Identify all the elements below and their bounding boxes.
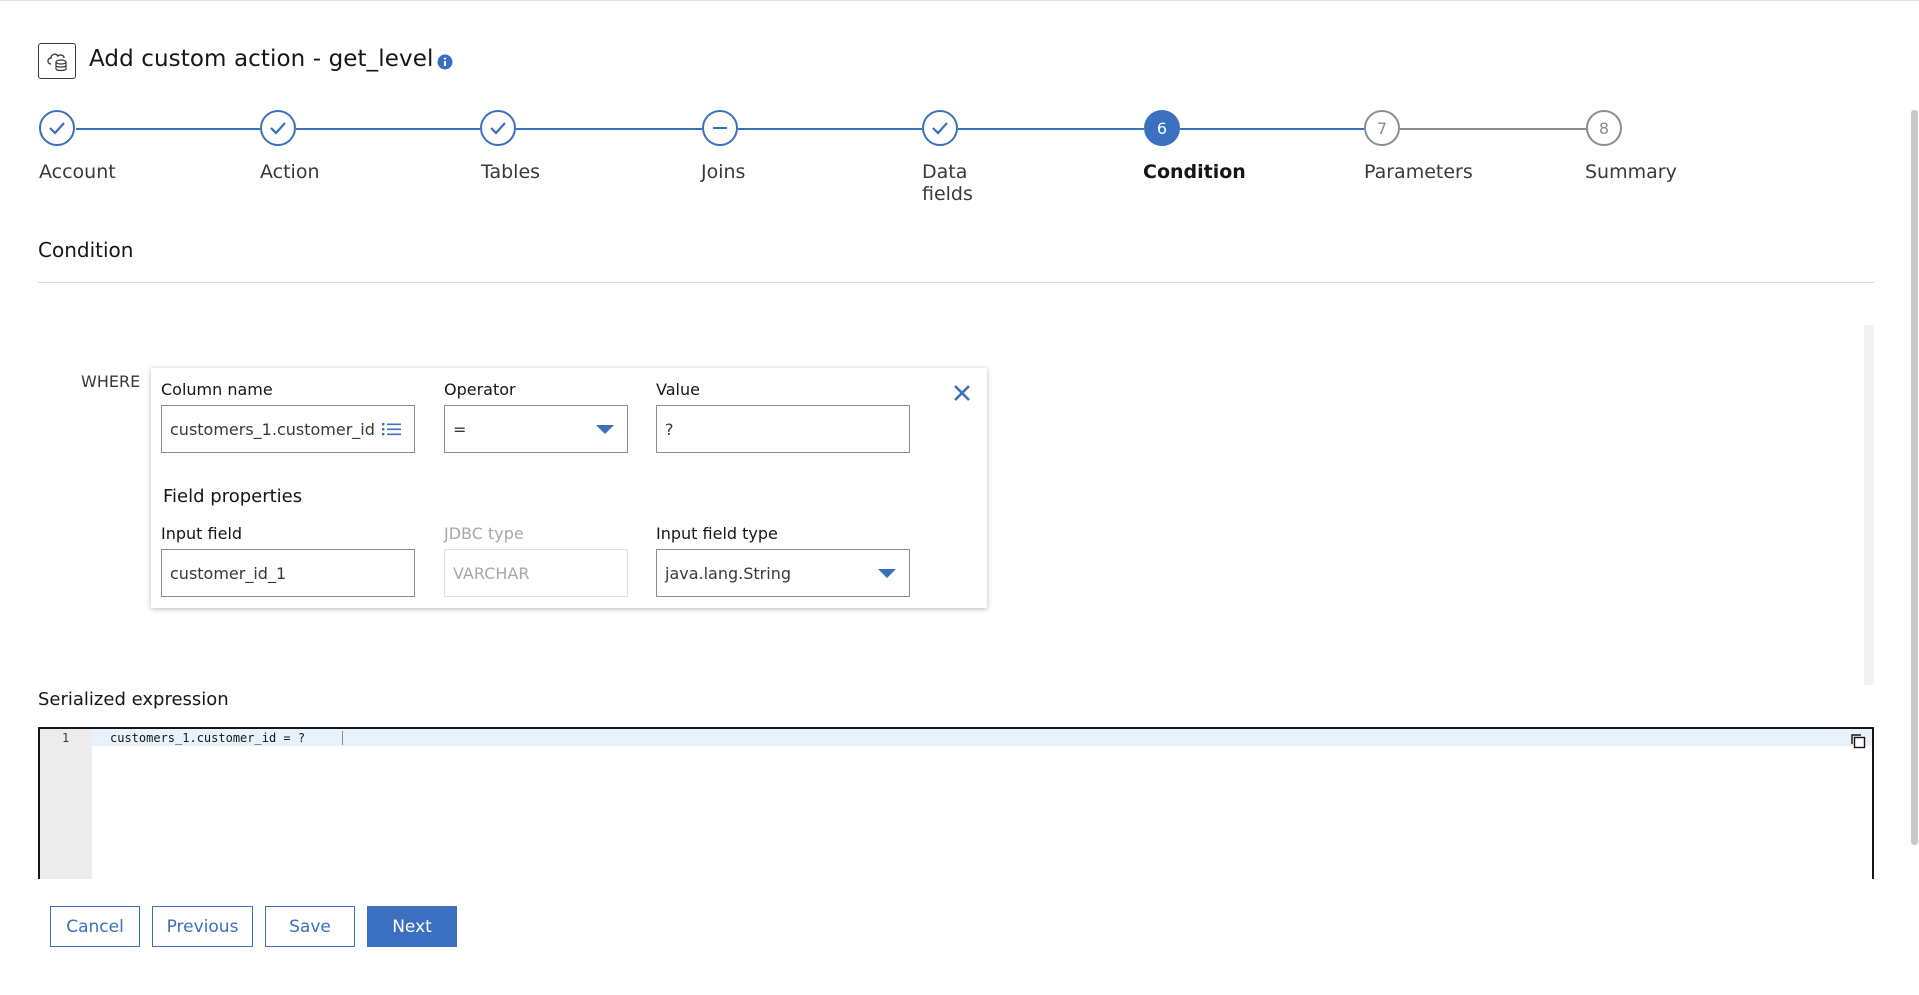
section-title: Condition [38, 238, 134, 262]
code-line[interactable]: customers_1.customer_id = ? [110, 731, 305, 745]
step-connector [76, 128, 260, 130]
step-label-data-fields[interactable]: Data fields [922, 161, 973, 205]
field-properties-title: Field properties [163, 486, 303, 507]
step-connector [296, 128, 480, 130]
code-editor[interactable]: 1 customers_1.customer_id = ? [38, 727, 1874, 879]
value-input[interactable]: ? [656, 405, 910, 453]
step-connector [1180, 128, 1364, 130]
jdbc-type-label: JDBC type [444, 524, 524, 543]
jdbc-type-field: VARCHAR [444, 549, 628, 597]
step-summary-number[interactable]: 8 [1586, 110, 1622, 146]
next-button[interactable]: Next [367, 906, 457, 947]
page-title: Add custom action - get_level [89, 46, 434, 72]
value-input-text: ? [665, 419, 674, 439]
top-border [0, 0, 1919, 1]
info-icon[interactable] [437, 54, 453, 74]
step-label-summary[interactable]: Summary [1585, 161, 1677, 183]
step-action-checkmark-icon[interactable] [260, 110, 296, 146]
column-name-label: Column name [161, 380, 273, 399]
step-label-joins[interactable]: Joins [701, 161, 745, 183]
step-label-action[interactable]: Action [260, 161, 320, 183]
input-field-input[interactable]: customer_id_1 [161, 549, 415, 597]
step-condition-number[interactable]: 6 [1144, 110, 1180, 146]
step-account-checkmark-icon[interactable] [39, 110, 75, 146]
input-field-label: Input field [161, 524, 243, 543]
operator-select[interactable]: = [444, 405, 628, 453]
copy-icon[interactable] [1850, 733, 1866, 753]
step-connector [738, 128, 922, 130]
panel-scrollbar[interactable] [1864, 325, 1874, 685]
condition-card: Column name customers_1.customer_id Oper… [151, 368, 987, 608]
operator-label: Operator [444, 380, 516, 399]
step-label-parameters[interactable]: Parameters [1364, 161, 1473, 183]
step-connector [516, 128, 702, 130]
column-name-value: customers_1.customer_id [170, 419, 375, 439]
column-name-field[interactable]: customers_1.customer_id [161, 405, 415, 453]
input-field-type-value: java.lang.String [665, 563, 791, 583]
operator-value: = [453, 419, 467, 439]
step-connector [958, 128, 1144, 130]
line-number: 1 [62, 731, 70, 745]
input-field-type-label: Input field type [656, 524, 778, 543]
text-caret [342, 731, 343, 745]
editor-gutter [40, 729, 92, 879]
step-label-tables[interactable]: Tables [481, 161, 540, 183]
where-label: WHERE [81, 372, 141, 391]
list-icon[interactable] [382, 406, 402, 452]
page-scrollbar[interactable] [1911, 110, 1918, 845]
section-divider [38, 282, 1874, 283]
step-parameters-number[interactable]: 7 [1364, 110, 1400, 146]
input-field-value: customer_id_1 [170, 563, 287, 583]
save-button[interactable]: Save [265, 906, 355, 947]
cancel-button[interactable]: Cancel [50, 906, 140, 947]
step-data-fields-checkmark-icon[interactable] [922, 110, 958, 146]
step-tables-checkmark-icon[interactable] [480, 110, 516, 146]
input-field-type-select[interactable]: java.lang.String [656, 549, 910, 597]
step-label-account[interactable]: Account [39, 161, 116, 183]
close-icon[interactable] [953, 384, 971, 406]
value-label: Value [656, 380, 700, 399]
step-label-condition[interactable]: Condition [1143, 161, 1246, 183]
previous-button[interactable]: Previous [152, 906, 253, 947]
jdbc-type-value: VARCHAR [453, 563, 530, 583]
caret-down-icon [595, 406, 615, 452]
caret-down-icon [877, 550, 897, 596]
step-connector [1400, 128, 1586, 130]
cloud-database-icon [38, 43, 76, 79]
step-joins-skipped-icon[interactable] [702, 110, 738, 146]
serialized-expression-label: Serialized expression [38, 689, 229, 710]
active-line-highlight [92, 729, 1872, 746]
